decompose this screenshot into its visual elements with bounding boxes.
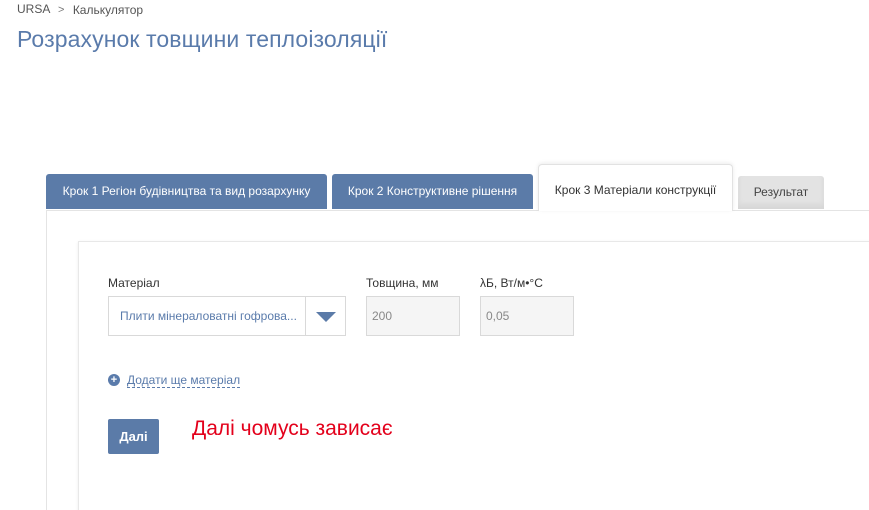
breadcrumb-current: Калькулятор bbox=[72, 2, 144, 17]
tab-step-3[interactable]: Крок 3 Матеріали конструкції bbox=[538, 164, 733, 211]
annotation-note: Далі чомусь зависає bbox=[192, 417, 393, 440]
chevron-down-icon bbox=[316, 312, 336, 322]
tab-result[interactable]: Результат bbox=[738, 176, 824, 209]
material-label: Матеріал bbox=[108, 276, 160, 290]
tab-step-2[interactable]: Крок 2 Конструктивне рішення bbox=[332, 174, 533, 209]
plus-circle-icon: + bbox=[108, 373, 120, 386]
breadcrumb-separator: > bbox=[58, 3, 65, 16]
lambda-field[interactable]: 0,05 bbox=[480, 296, 574, 336]
next-button[interactable]: Далі bbox=[108, 419, 159, 454]
add-material-link[interactable]: + Додати ще матеріал bbox=[108, 372, 241, 388]
material-select[interactable]: Плити мінераловатні гофрова... bbox=[108, 296, 346, 336]
thickness-label: Товщина, мм bbox=[366, 276, 439, 290]
tab-step-1[interactable]: Крок 1 Регіон будівництва та вид розарху… bbox=[46, 174, 327, 209]
breadcrumb-home-link[interactable]: URSA bbox=[17, 2, 50, 16]
page-title: Розрахунок товщини теплоізоляції bbox=[17, 26, 388, 52]
thickness-field[interactable]: 200 bbox=[366, 296, 460, 336]
breadcrumb: URSA > Калькулятор bbox=[17, 2, 143, 17]
step-tabs: Крок 1 Регіон будівництва та вид розарху… bbox=[46, 164, 869, 211]
material-select-toggle[interactable] bbox=[305, 297, 345, 335]
lambda-label: λБ, Вт/м•°С bbox=[480, 276, 543, 290]
material-select-value: Плити мінераловатні гофрова... bbox=[120, 309, 297, 323]
add-material-label: Додати ще матеріал bbox=[127, 372, 241, 388]
